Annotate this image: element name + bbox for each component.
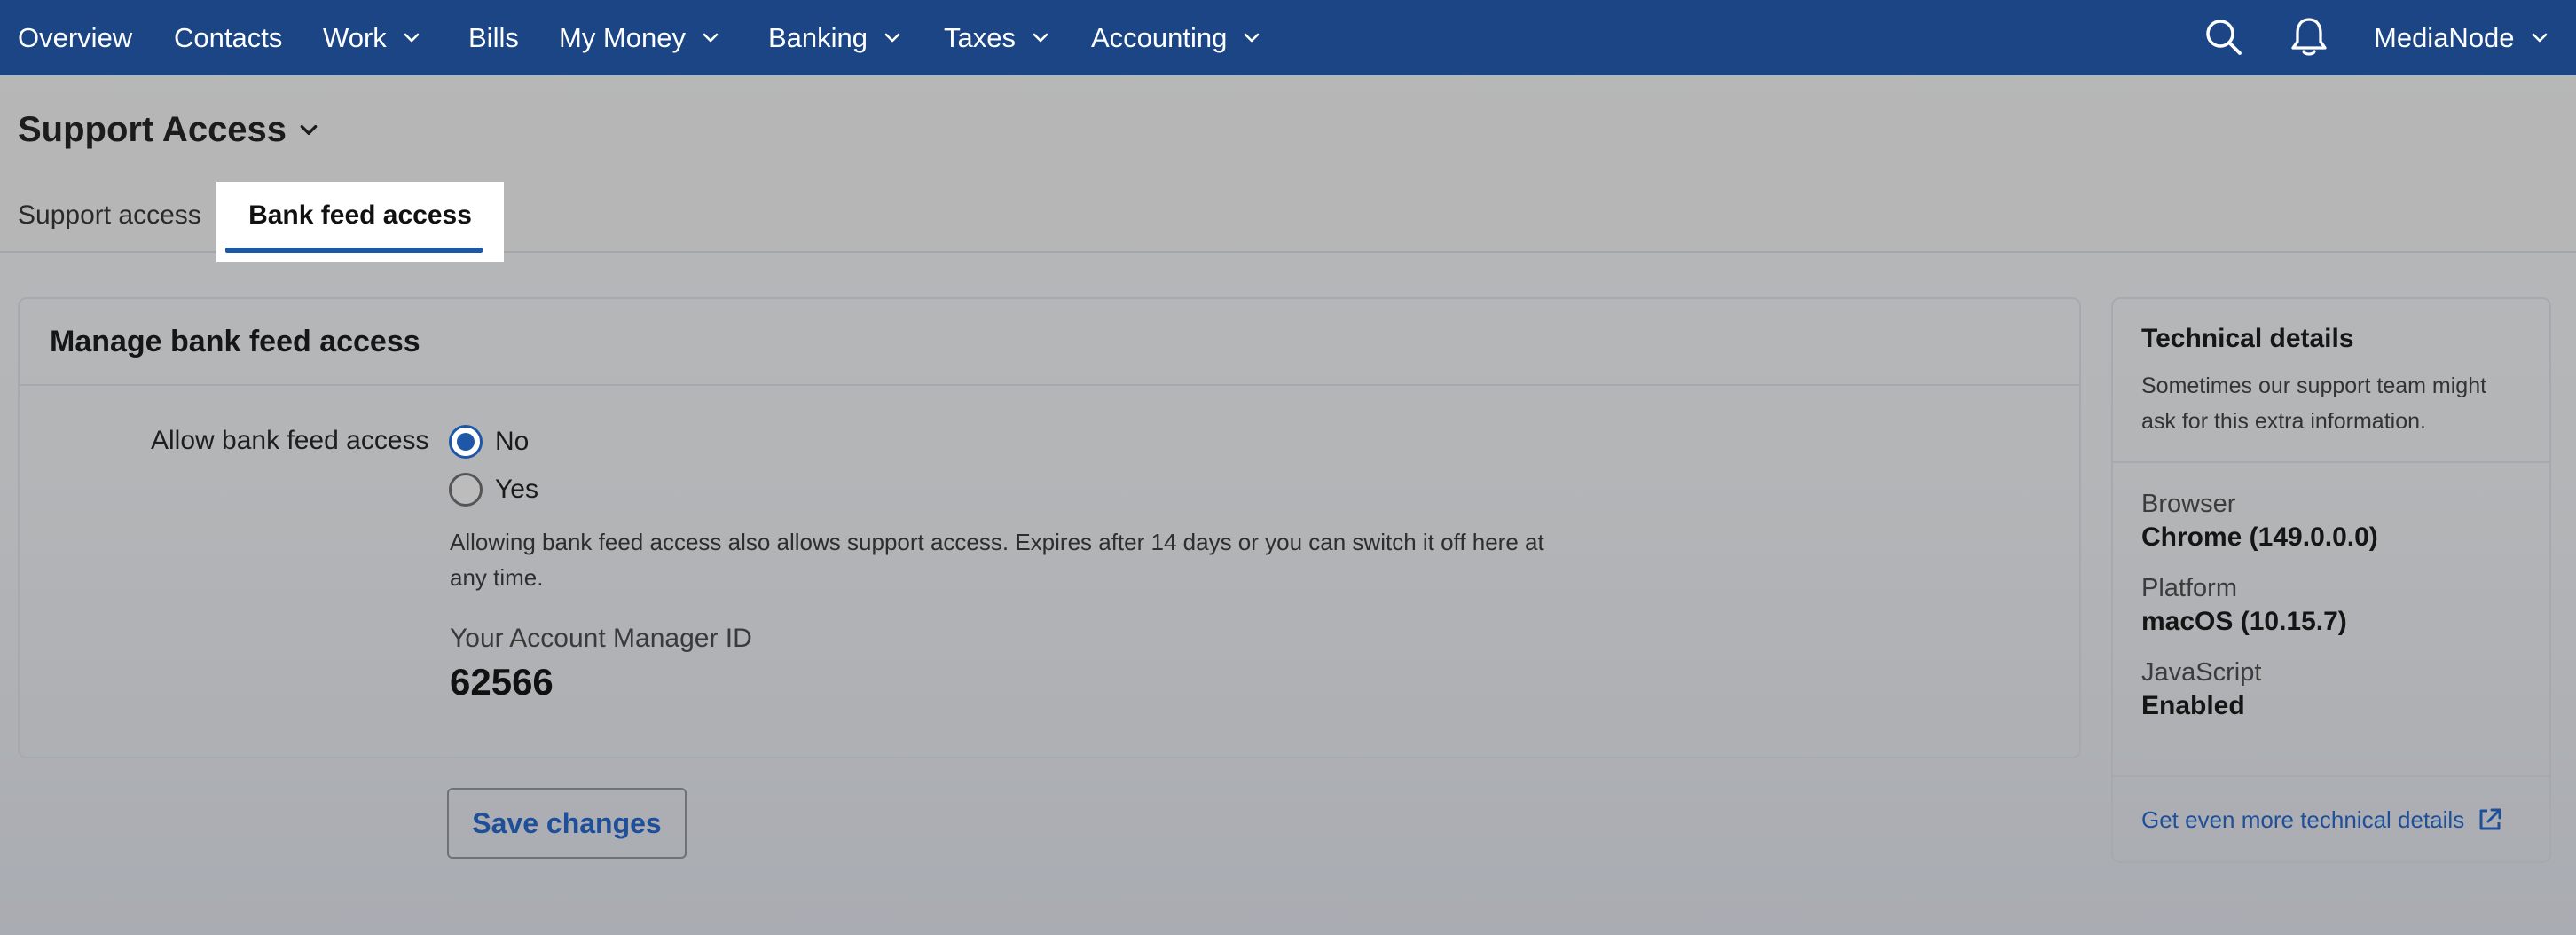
bell-icon[interactable] [2289,16,2329,57]
nav-label: Accounting [1091,21,1228,53]
tab-support-access[interactable]: Support access [18,182,201,249]
account-manager-id: 62566 [450,661,554,703]
chevron-down-icon [1033,33,1048,42]
detail-key: Browser [2141,490,2236,518]
nav-label: Bills [468,21,519,53]
detail-key: JavaScript [2141,658,2262,687]
tab-label: Support access [18,200,201,230]
top-navigation: Overview Contacts Work Bills My Money Ba… [0,0,2576,75]
search-icon[interactable] [2203,17,2244,58]
detail-value: macOS (10.15.7) [2141,607,2347,636]
radio-yes[interactable]: Yes [449,473,538,507]
chevron-down-icon [703,33,719,42]
nav-work[interactable]: Work [323,0,420,75]
nav-banking[interactable]: Banking [768,0,901,75]
technical-header: Technical details Sometimes our support … [2113,299,2549,463]
technical-details-card: Technical details Sometimes our support … [2111,297,2551,863]
tab-label: Bank feed access [248,200,472,230]
chevron-down-icon [884,33,900,42]
tab-bar: Support access Bank feed access [0,182,2576,262]
bank-feed-card: Manage bank feed access Allow bank feed … [18,297,2081,758]
nav-bills[interactable]: Bills [468,0,519,75]
technical-title: Technical details [2141,324,2354,353]
detail-value: Chrome (149.0.0.0) [2141,522,2378,552]
account-menu[interactable]: MediaNode [2374,0,2549,75]
active-tab-indicator [225,248,483,253]
account-name: MediaNode [2374,21,2515,53]
page-title: Support Access [18,110,287,149]
link-label: Get even more technical details [2141,805,2465,833]
save-changes-button[interactable]: Save changes [447,788,687,859]
nav-label: Taxes [944,21,1016,53]
nav-label: Banking [768,21,868,53]
nav-contacts[interactable]: Contacts [174,0,282,75]
detail-platform: Platform macOS (10.15.7) [2141,574,2523,637]
chevron-down-icon [1245,33,1260,42]
help-text: Allowing bank feed access also allows su… [450,529,1544,591]
external-link-icon [2479,808,2501,830]
radio-label: Yes [495,475,538,504]
account-manager-label: Your Account Manager ID [450,624,752,653]
nav-my-money[interactable]: My Money [559,0,719,75]
nav-overview[interactable]: Overview [18,0,132,75]
tab-bank-feed-access[interactable]: Bank feed access [216,182,504,262]
chevron-down-icon [2532,33,2547,42]
radio-unchecked-icon[interactable] [449,473,483,507]
radio-no[interactable]: No [449,425,529,459]
detail-javascript: JavaScript Enabled [2141,658,2523,721]
more-technical-details-link[interactable]: Get even more technical details [2113,777,2549,862]
radio-checked-icon[interactable] [449,425,483,459]
nav-label: My Money [559,21,686,53]
nav-label: Work [323,21,387,53]
field-label: Allow bank feed access [151,426,429,455]
detail-key: Platform [2141,574,2237,602]
card-heading-text: Manage bank feed access [50,324,420,358]
nav-taxes[interactable]: Taxes [944,0,1049,75]
page-title-dropdown[interactable]: Support Access [18,110,318,150]
nav-label: Contacts [174,21,283,53]
technical-details-list: Browser Chrome (149.0.0.0) Platform macO… [2113,463,2549,777]
nav-accounting[interactable]: Accounting [1091,0,1261,75]
technical-description: Sometimes our support team might ask for… [2141,373,2487,434]
detail-browser: Browser Chrome (149.0.0.0) [2141,490,2523,553]
card-heading: Manage bank feed access [20,299,2079,386]
chevron-down-icon [404,33,420,42]
detail-value: Enabled [2141,691,2245,720]
radio-label: No [495,427,530,456]
chevron-down-icon [300,124,318,135]
nav-label: Overview [18,21,133,53]
